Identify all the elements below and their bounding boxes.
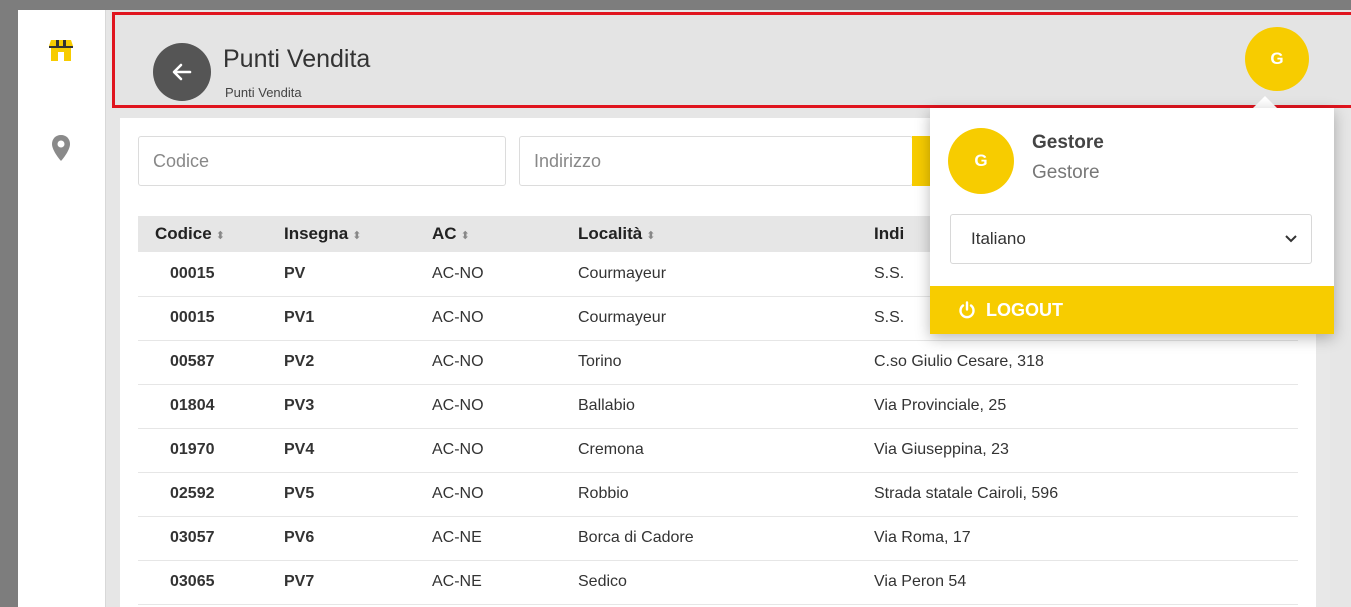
sidebar [18, 10, 106, 607]
cell-indirizzo: Via Giuseppina, 23 [874, 441, 1009, 458]
power-icon [959, 301, 975, 319]
cell-localita: Torino [578, 353, 622, 370]
cell-localita: Courmayeur [578, 309, 667, 326]
cell-ac: AC-NO [432, 309, 484, 326]
sort-icon: ⬍ [646, 230, 656, 242]
map-pin-icon[interactable] [43, 130, 79, 166]
sort-icon: ⬍ [460, 230, 470, 242]
indirizzo-filter-input[interactable] [519, 136, 913, 186]
user-role: Gestore [1032, 162, 1100, 183]
cell-ac: AC-NO [432, 264, 484, 282]
user-avatar-button[interactable]: G [1245, 27, 1309, 91]
cell-localita: Borca di Cadore [578, 529, 694, 546]
language-select-value: Italiano [971, 229, 1026, 248]
cell-insegna: PV5 [284, 485, 315, 502]
column-header-ac[interactable]: AC ⬍ [432, 216, 578, 252]
cell-localita: Ballabio [578, 397, 635, 414]
column-header-codice[interactable]: Codice ⬍ [138, 216, 284, 252]
store-icon[interactable] [43, 32, 79, 68]
cell-insegna: PV [284, 264, 306, 282]
cell-insegna: PV4 [284, 441, 315, 458]
logout-button[interactable]: LOGOUT [930, 286, 1334, 334]
cell-codice: 02592 [170, 485, 215, 502]
cell-insegna: PV3 [284, 397, 315, 414]
cell-insegna: PV6 [284, 529, 315, 546]
cell-indirizzo: Via Provinciale, 25 [874, 397, 1007, 414]
column-header-insegna[interactable]: Insegna ⬍ [284, 216, 432, 252]
cell-indirizzo: C.so Giulio Cesare, 318 [874, 353, 1044, 370]
cell-ac: AC-NO [432, 397, 484, 414]
cell-insegna: PV2 [284, 353, 315, 370]
table-row[interactable]: 01804 PV3 AC-NO Ballabio Via Provinciale, 25 [138, 384, 1298, 428]
breadcrumb: Punti Vendita [225, 85, 302, 100]
user-name: Gestore [1032, 132, 1104, 153]
table-row[interactable]: 00587 PV2 AC-NO Torino C.so Giulio Cesare, 3… [138, 340, 1298, 384]
user-menu-dropdown: G Gestore Gestore Italiano LOGOUT [930, 108, 1334, 334]
cell-indirizzo: Strada statale Cairoli, 596 [874, 485, 1059, 502]
page-title: Punti Vendita [223, 45, 371, 73]
cell-ac: AC-NE [432, 573, 482, 590]
cell-insegna: PV1 [284, 309, 315, 326]
sort-icon: ⬍ [215, 230, 225, 242]
cell-ac: AC-NO [432, 353, 484, 370]
cell-codice: 00015 [170, 309, 215, 326]
table-row[interactable]: 03065 PV7 AC-NE Sedico Via Peron 54 [138, 560, 1298, 604]
sort-icon: ⬍ [352, 230, 362, 242]
cell-indirizzo: Via Peron 54 [874, 573, 967, 590]
cell-localita: Cremona [578, 441, 644, 458]
cell-ac: AC-NO [432, 441, 484, 458]
codice-filter-input[interactable] [138, 136, 506, 186]
cell-codice: 01804 [170, 397, 215, 414]
avatar: G [948, 128, 1014, 194]
page-header: Punti Vendita Punti Vendita G [112, 12, 1351, 108]
cell-codice: 01970 [170, 441, 215, 458]
window-frame-left [0, 0, 18, 607]
back-button[interactable] [153, 43, 211, 101]
table-row[interactable]: 03057 PV6 AC-NE Borca di Cadore Via Roma, 17 [138, 516, 1298, 560]
cell-codice: 03065 [170, 573, 215, 590]
chevron-down-icon [1285, 235, 1297, 243]
cell-codice: 03057 [170, 529, 215, 546]
window-frame-top [0, 0, 1351, 10]
cell-ac: AC-NE [432, 529, 482, 546]
cell-insegna: PV7 [284, 573, 315, 590]
column-header-localita[interactable]: Località ⬍ [578, 216, 874, 252]
cell-ac: AC-NO [432, 485, 484, 502]
logout-label: LOGOUT [986, 299, 1063, 320]
language-select[interactable]: Italiano [950, 214, 1312, 264]
table-row[interactable]: 01970 PV4 AC-NO Cremona Via Giuseppina, 23 [138, 428, 1298, 472]
table-row[interactable]: 02592 PV5 AC-NO Robbio Strada statale Cairol… [138, 472, 1298, 516]
cell-codice: 00015 [170, 264, 215, 282]
cell-localita: Sedico [578, 573, 627, 590]
cell-localita: Courmayeur [578, 264, 667, 282]
arrow-left-icon [172, 63, 192, 81]
cell-codice: 00587 [170, 353, 215, 370]
cell-indirizzo: Via Roma, 17 [874, 529, 971, 546]
cell-localita: Robbio [578, 485, 629, 502]
